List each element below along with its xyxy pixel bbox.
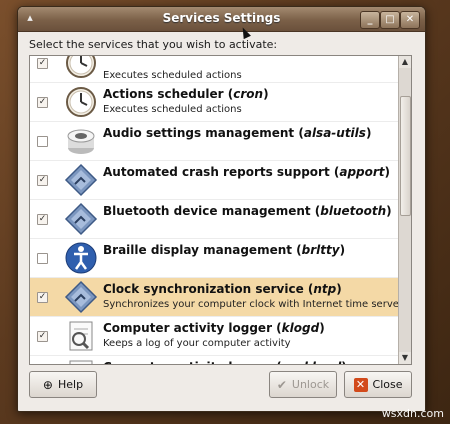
services-settings-window: ▴ Services Settings _ □ ✕ Select the ser… bbox=[17, 6, 426, 412]
list-item[interactable]: ✓ Automated crash reports support (apport… bbox=[30, 161, 399, 200]
clock-icon bbox=[64, 56, 98, 80]
scroll-down-icon[interactable]: ▼ bbox=[399, 352, 411, 364]
list-item[interactable]: ✓Computer activity logger (sysklogd)Keep… bbox=[30, 356, 399, 364]
list-item[interactable]: Braille display management (brltty) bbox=[30, 239, 399, 278]
close-icon: ✕ bbox=[353, 377, 368, 392]
unlock-button-label: Unlock bbox=[291, 378, 330, 391]
clock-icon bbox=[64, 85, 98, 119]
list-item[interactable]: Audio settings management (alsa-utils) bbox=[30, 122, 399, 161]
close-button-label: Close bbox=[372, 378, 403, 391]
service-name: Audio settings management (alsa-utils) bbox=[103, 126, 372, 140]
log-icon bbox=[64, 358, 98, 364]
service-checkbox[interactable]: ✓ bbox=[37, 214, 48, 225]
service-name: Braille display management (brltty) bbox=[103, 243, 346, 257]
service-description: Synchronizes your computer clock with In… bbox=[103, 299, 403, 310]
close-window-button[interactable]: ✕ bbox=[400, 11, 420, 29]
service-description: Executes scheduled actions bbox=[103, 70, 242, 81]
checkmark-icon: ✔ bbox=[276, 377, 287, 392]
vertical-scrollbar[interactable]: ▲ ▼ bbox=[398, 56, 411, 364]
close-button[interactable]: ✕ Close bbox=[344, 371, 412, 398]
help-icon: ⊕ bbox=[42, 377, 53, 392]
service-name: Computer activity logger (sysklogd) bbox=[103, 360, 347, 364]
service-description: Keeps a log of your computer activity bbox=[103, 338, 291, 349]
help-button[interactable]: ⊕ Help bbox=[29, 371, 97, 398]
list-item[interactable]: ✓ Actions scheduler (cron) Executes schedu… bbox=[30, 83, 399, 122]
maximize-button[interactable]: □ bbox=[380, 11, 400, 29]
diamond-icon bbox=[64, 280, 98, 314]
unlock-button[interactable]: ✔ Unlock bbox=[269, 371, 337, 398]
titlebar[interactable]: ▴ Services Settings _ □ ✕ bbox=[18, 7, 425, 32]
service-checkbox[interactable] bbox=[37, 136, 48, 147]
help-button-label: Help bbox=[57, 378, 84, 391]
instruction-label: Select the services that you wish to act… bbox=[29, 38, 278, 51]
service-name: Automated crash reports support (apport) bbox=[103, 165, 391, 179]
service-checkbox[interactable]: ✓ bbox=[37, 175, 48, 186]
diamond-icon bbox=[64, 163, 98, 197]
watermark: wsxdn.com bbox=[381, 407, 444, 420]
service-checkbox[interactable]: ✓ bbox=[37, 292, 48, 303]
service-name: Computer activity logger (klogd) bbox=[103, 321, 325, 335]
list-item[interactable]: ✓ Bluetooth device management (bluetooth) bbox=[30, 200, 399, 239]
service-checkbox[interactable]: ✓ bbox=[37, 331, 48, 342]
services-list[interactable]: ✓ Executes scheduled actions ✓ Actions sche… bbox=[29, 55, 412, 365]
list-item[interactable]: ✓ Executes scheduled actions bbox=[30, 56, 399, 83]
service-checkbox[interactable] bbox=[37, 253, 48, 264]
service-description: Executes scheduled actions bbox=[103, 104, 242, 115]
log-icon bbox=[64, 319, 98, 353]
list-item[interactable]: ✓ Clock synchronization service (ntp) Sync… bbox=[30, 278, 403, 317]
speaker-icon bbox=[64, 124, 98, 158]
scrollbar-thumb[interactable] bbox=[400, 96, 411, 216]
service-name: Actions scheduler (cron) bbox=[103, 87, 269, 101]
scroll-up-icon[interactable]: ▲ bbox=[399, 56, 411, 68]
service-name: Clock synchronization service (ntp) bbox=[103, 282, 342, 296]
service-name: Bluetooth device management (bluetooth) bbox=[103, 204, 392, 218]
minimize-button[interactable]: _ bbox=[360, 11, 380, 29]
accessibility-icon bbox=[64, 241, 98, 275]
service-checkbox[interactable]: ✓ bbox=[37, 97, 48, 108]
service-checkbox[interactable]: ✓ bbox=[37, 58, 48, 69]
list-item[interactable]: ✓ Computer activity logger (klogd) Keeps a… bbox=[30, 317, 399, 356]
diamond-icon bbox=[64, 202, 98, 236]
